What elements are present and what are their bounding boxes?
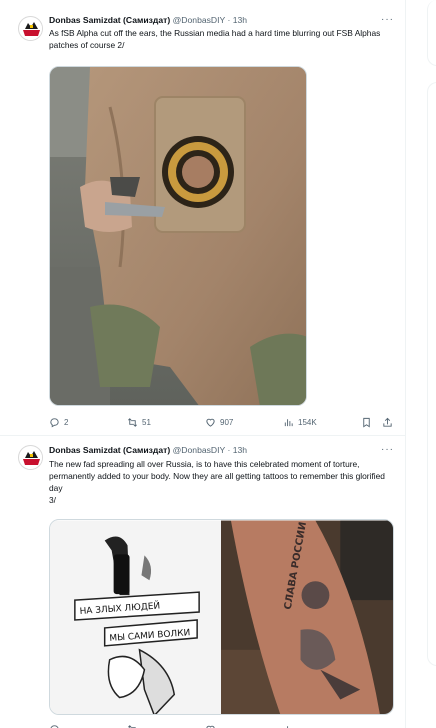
timeline-feed: Donbas Samizdat (Самиздат) @DonbasDIY · … xyxy=(0,0,406,728)
photo-arm-tattoo[interactable]: СЛАВА РОССИИ xyxy=(221,520,393,715)
tweet-time[interactable]: 13h xyxy=(233,15,247,25)
tweet[interactable]: Donbas Samizdat (Самиздат) @DonbasDIY · … xyxy=(0,0,405,436)
reply-icon xyxy=(50,417,59,427)
views-chart-icon xyxy=(284,418,293,426)
separator: · xyxy=(227,15,231,25)
share-icon xyxy=(383,417,392,427)
view-count: 154K xyxy=(298,417,317,427)
repost-button[interactable] xyxy=(127,721,138,728)
tweet-photo[interactable] xyxy=(49,66,307,406)
share-button[interactable] xyxy=(382,414,393,430)
views-button[interactable] xyxy=(283,721,294,728)
tweet-actions xyxy=(49,721,394,728)
author-name[interactable]: Donbas Samizdat (Самиздат) xyxy=(49,445,170,455)
separator: · xyxy=(227,445,231,455)
repost-count: 51 xyxy=(142,417,151,427)
repost-icon xyxy=(128,724,136,728)
author-avatar[interactable] xyxy=(18,445,43,470)
like-button[interactable] xyxy=(205,721,216,728)
reply-button[interactable] xyxy=(49,721,60,728)
heart-icon xyxy=(206,418,215,427)
like-count: 907 xyxy=(220,417,234,427)
author-handle[interactable]: @DonbasDIY xyxy=(173,15,226,25)
photo-tattoo-design[interactable]: НА ЗЛЫХ ЛЮДЕЙ МЫ САМИ ВОЛКИ xyxy=(50,520,221,715)
reply-button[interactable]: 2 xyxy=(49,414,68,430)
photo-soldier-patch xyxy=(50,67,306,405)
tweet-text-body: The new fad spreading all over Russia, i… xyxy=(49,459,385,493)
repost-button[interactable]: 51 xyxy=(127,414,151,430)
tweet[interactable]: Donbas Samizdat (Самиздат) @DonbasDIY · … xyxy=(0,437,405,728)
heart-icon xyxy=(206,725,215,728)
author-avatar[interactable] xyxy=(18,16,43,41)
more-options-icon[interactable]: ··· xyxy=(381,442,394,458)
tweet-photo-grid: НА ЗЛЫХ ЛЮДЕЙ МЫ САМИ ВОЛКИ СЛАВА РОССИИ xyxy=(49,519,394,715)
bookmark-button[interactable] xyxy=(361,414,372,430)
more-options-icon[interactable]: ··· xyxy=(381,12,394,28)
tweet-actions: 2 51 907 154K xyxy=(49,414,394,430)
reply-icon xyxy=(50,724,59,728)
sidebar-card xyxy=(427,82,436,666)
bookmark-icon xyxy=(363,417,370,427)
tweet-text: The new fad spreading all over Russia, i… xyxy=(49,458,394,506)
tweet-time[interactable]: 13h xyxy=(233,445,247,455)
right-sidebar xyxy=(407,0,436,728)
like-button[interactable]: 907 xyxy=(205,414,233,430)
reply-count: 2 xyxy=(64,417,69,427)
tweet-text: As fSB Alpha cut off the ears, the Russi… xyxy=(49,28,381,50)
author-name[interactable]: Donbas Samizdat (Самиздат) xyxy=(49,15,170,25)
tweet-text-suffix: 3/ xyxy=(49,495,56,505)
tweet-header: Donbas Samizdat (Самиздат) @DonbasDIY · … xyxy=(49,12,394,28)
views-chart-icon xyxy=(287,725,291,728)
tweet-header: Donbas Samizdat (Самиздат) @DonbasDIY · … xyxy=(49,442,394,458)
views-button[interactable]: 154K xyxy=(283,414,317,430)
repost-icon xyxy=(128,417,137,427)
sidebar-card xyxy=(427,0,436,66)
author-handle[interactable]: @DonbasDIY xyxy=(173,445,226,455)
